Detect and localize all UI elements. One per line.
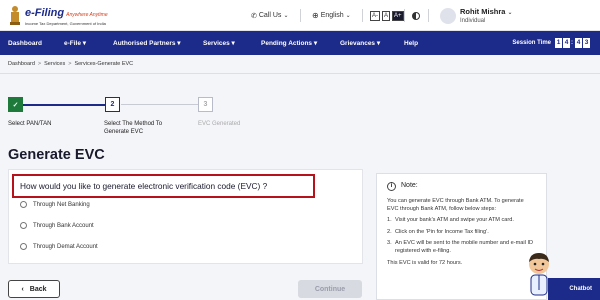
brand-title: e-Filing bbox=[25, 7, 65, 19]
phone-icon: ✆ bbox=[251, 12, 257, 20]
chevron-down-icon: ⌄ bbox=[283, 13, 289, 19]
nav-authorised-partners[interactable]: Authorised Partners ▾ bbox=[113, 31, 181, 55]
font-decrease-button[interactable]: A- bbox=[370, 10, 380, 21]
font-size-controls: A- A A+ bbox=[370, 0, 406, 31]
radio-button[interactable] bbox=[20, 243, 27, 250]
breadcrumb: Dashboard > Services > Services-Generate EVC bbox=[8, 61, 134, 67]
chatbot-button[interactable]: Chatbot bbox=[548, 278, 600, 300]
top-header: e-Filing Anywhere Anytime Income Tax Depa… bbox=[0, 0, 600, 31]
step-2-indicator: 2 bbox=[105, 97, 120, 112]
session-digit: 3 bbox=[583, 38, 590, 48]
option-net-banking[interactable]: Through Net Banking bbox=[20, 201, 90, 208]
step-1-check-icon: ✓ bbox=[8, 97, 23, 112]
option-demat-account[interactable]: Through Demat Account bbox=[20, 243, 98, 250]
option-bank-account[interactable]: Through Bank Account bbox=[20, 222, 94, 229]
note-footer: This EVC is valid for 72 hours. bbox=[387, 260, 463, 267]
language-label: English bbox=[320, 12, 344, 19]
nav-help[interactable]: Help bbox=[404, 31, 418, 55]
breadcrumb-services[interactable]: Services bbox=[44, 61, 65, 67]
info-icon: i bbox=[387, 182, 396, 191]
brand-tagline: Anywhere Anytime bbox=[66, 12, 108, 18]
efiling-logo[interactable]: e-Filing Anywhere Anytime Income Tax Depa… bbox=[8, 4, 108, 26]
chevron-down-icon: ⌄ bbox=[507, 10, 513, 16]
step-3-indicator: 3 bbox=[198, 97, 213, 112]
nav-services[interactable]: Services ▾ bbox=[203, 31, 235, 55]
stepper-connector bbox=[23, 104, 105, 106]
step-2-label: Select The Method To Generate EVC bbox=[104, 121, 163, 135]
chatbot-label: Chatbot bbox=[569, 286, 592, 292]
step-3-label: EVC Generated bbox=[198, 121, 241, 127]
back-button[interactable]: ‹ Back bbox=[8, 280, 60, 298]
session-colon: : bbox=[571, 40, 573, 46]
emblem-icon bbox=[10, 6, 20, 25]
stepper-connector bbox=[121, 104, 198, 105]
back-label: Back bbox=[29, 285, 47, 293]
contrast-toggle[interactable] bbox=[412, 0, 420, 31]
radio-button[interactable] bbox=[20, 201, 27, 208]
font-increase-button[interactable]: A+ bbox=[392, 10, 404, 21]
breadcrumb-current: Services-Generate EVC bbox=[74, 61, 134, 67]
divider bbox=[300, 9, 301, 22]
session-timer: Session Time 1 4 : 4 3 bbox=[512, 31, 590, 55]
globe-icon: ⊕ bbox=[312, 11, 319, 20]
chevron-left-icon: ‹ bbox=[21, 285, 24, 293]
chatbot-avatar-icon[interactable] bbox=[524, 250, 554, 298]
user-menu[interactable]: Rohit Mishra ⌄ Individual bbox=[440, 0, 513, 31]
main-nav: Dashboard e-File ▾ Authorised Partners ▾… bbox=[0, 31, 600, 55]
option-label: Through Net Banking bbox=[33, 201, 90, 208]
option-label: Through Bank Account bbox=[33, 222, 94, 229]
list-item: 2. Click on the 'Pin for Income Tax filin… bbox=[387, 228, 489, 235]
page-title: Generate EVC bbox=[8, 147, 105, 163]
brand-subtitle: Income Tax Department, Government of Ind… bbox=[25, 21, 106, 26]
note-intro: You can generate EVC through Bank ATM. T… bbox=[387, 198, 524, 213]
note-panel: i Note: You can generate EVC through Ban… bbox=[376, 173, 547, 300]
session-digit: 1 bbox=[555, 38, 562, 48]
nav-pending-actions[interactable]: Pending Actions ▾ bbox=[261, 31, 317, 55]
nav-grievances[interactable]: Grievances ▾ bbox=[340, 31, 380, 55]
contrast-icon bbox=[412, 11, 420, 20]
call-us-menu[interactable]: ✆ Call Us ⌄ bbox=[251, 0, 288, 31]
user-name: Rohit Mishra bbox=[460, 7, 506, 16]
font-normal-button[interactable]: A bbox=[382, 10, 391, 21]
option-label: Through Demat Account bbox=[33, 243, 98, 250]
divider bbox=[362, 9, 363, 22]
list-item: 1. Visit your bank's ATM and swipe your A… bbox=[387, 217, 514, 224]
language-selector[interactable]: ⊕ English ⌄ bbox=[312, 0, 351, 31]
session-digit: 4 bbox=[575, 38, 582, 48]
user-role: Individual bbox=[460, 18, 486, 24]
call-us-label: Call Us bbox=[258, 12, 282, 19]
nav-efile[interactable]: e-File ▾ bbox=[64, 31, 86, 55]
note-heading: Note: bbox=[401, 182, 418, 190]
avatar bbox=[440, 7, 456, 24]
list-item: 3. An EVC will be sent to the mobile numb… bbox=[387, 239, 534, 255]
session-label: Session Time bbox=[512, 40, 551, 46]
radio-button[interactable] bbox=[20, 222, 27, 229]
divider bbox=[0, 73, 600, 74]
continue-button[interactable]: Continue bbox=[298, 280, 362, 298]
note-steps: 1. Visit your bank's ATM and swipe your A… bbox=[387, 216, 536, 255]
step-1-label: Select PAN/TAN bbox=[8, 121, 52, 127]
divider bbox=[404, 9, 405, 22]
nav-dashboard[interactable]: Dashboard bbox=[8, 31, 42, 55]
question-heading: How would you like to generate electroni… bbox=[12, 174, 315, 198]
divider bbox=[428, 9, 429, 22]
chevron-down-icon: ⌄ bbox=[345, 13, 351, 19]
session-digit: 4 bbox=[563, 38, 570, 48]
breadcrumb-dashboard[interactable]: Dashboard bbox=[8, 61, 35, 67]
